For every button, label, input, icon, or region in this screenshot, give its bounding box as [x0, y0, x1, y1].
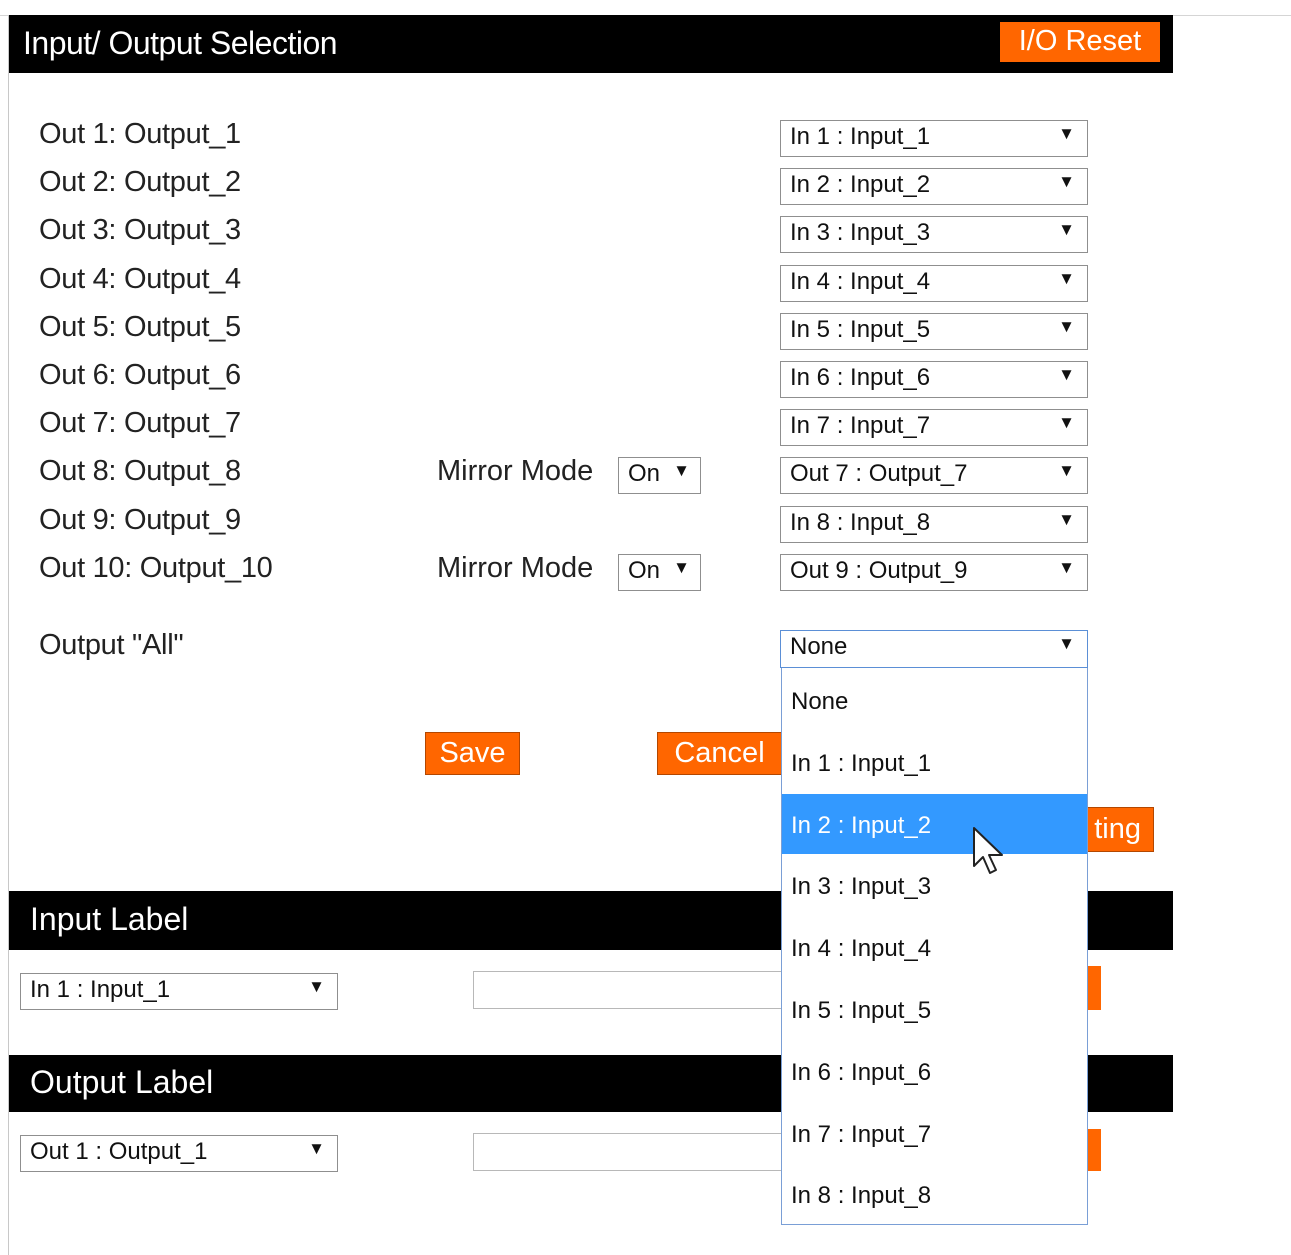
- input-source-value: In 5 : Input_5: [790, 316, 931, 343]
- dropdown-option-label: None: [791, 688, 849, 715]
- io-selection-title: Input/ Output Selection: [23, 25, 338, 61]
- output-label-field[interactable]: [473, 1133, 785, 1171]
- dropdown-option-label: In 5 : Input_5: [791, 997, 932, 1024]
- dropdown-option-label: In 2 : Input_2: [791, 811, 932, 839]
- input-source-value: In 2 : Input_2: [790, 171, 931, 198]
- input-source-select-6[interactable]: In 6 : Input_6 ▼: [780, 361, 1088, 398]
- input-source-select-8[interactable]: Out 7 : Output_7 ▼: [780, 457, 1088, 494]
- chevron-down-icon: ▼: [1058, 510, 1075, 529]
- chevron-down-icon: ▼: [1058, 634, 1075, 653]
- mirror-mode-value: On: [628, 460, 661, 487]
- dropdown-option-label: In 6 : Input_6: [791, 1058, 932, 1086]
- input-source-value: In 1 : Input_1: [790, 123, 931, 150]
- output-label-8: Out 8: Output_8: [39, 455, 241, 487]
- chevron-down-icon: ▼: [1058, 413, 1075, 432]
- input-source-value: Out 9 : Output_9: [790, 557, 968, 584]
- output-label-select[interactable]: Out 1 : Output_1 ▼: [20, 1135, 338, 1172]
- io-reset-button[interactable]: I/O Reset: [1000, 22, 1160, 62]
- input-source-select-10[interactable]: Out 9 : Output_9 ▼: [780, 554, 1088, 591]
- input-source-select-1[interactable]: In 1 : Input_1 ▼: [780, 120, 1088, 157]
- input-source-select-4[interactable]: In 4 : Input_4 ▼: [780, 265, 1088, 302]
- output-all-label: Output "All": [39, 629, 184, 661]
- cancel-button[interactable]: Cancel: [657, 732, 782, 775]
- chevron-down-icon: ▼: [1058, 124, 1075, 143]
- dropdown-option[interactable]: In 4 : Input_4: [782, 917, 1087, 977]
- dropdown-option[interactable]: In 3 : Input_3: [782, 855, 1087, 915]
- output-label-6: Out 6: Output_6: [39, 359, 241, 391]
- dropdown-option-label: In 1 : Input_1: [791, 749, 932, 777]
- io-selection-header: Input/ Output Selection: [9, 15, 1173, 73]
- input-source-value: Out 7 : Output_7: [790, 460, 968, 487]
- chevron-down-icon: ▼: [308, 1139, 325, 1158]
- dropdown-option-label: In 7 : Input_7: [791, 1120, 932, 1148]
- output-label-4: Out 4: Output_4: [39, 263, 241, 295]
- input-source-value: In 6 : Input_6: [790, 364, 931, 391]
- dropdown-option-label: In 4 : Input_4: [791, 935, 932, 963]
- input-label-field[interactable]: [473, 971, 785, 1009]
- dropdown-option[interactable]: In 6 : Input_6: [782, 1041, 1087, 1101]
- chevron-down-icon: ▼: [1058, 269, 1075, 288]
- chevron-down-icon: ▼: [1058, 172, 1075, 191]
- chevron-down-icon: ▼: [673, 461, 690, 480]
- mirror-mode-label: Mirror Mode: [437, 455, 594, 487]
- mouse-pointer-icon: [972, 826, 1006, 885]
- output-label-title: Output Label: [30, 1064, 214, 1100]
- dropdown-option-label: In 3 : Input_3: [791, 873, 932, 901]
- input-label-select[interactable]: In 1 : Input_1 ▼: [20, 973, 338, 1010]
- mirror-mode-select[interactable]: On ▼: [618, 457, 701, 494]
- output-label-select-value: Out 1 : Output_1: [30, 1138, 208, 1165]
- dropdown-option[interactable]: In 7 : Input_7: [782, 1103, 1087, 1163]
- output-label-9: Out 9: Output_9: [39, 504, 241, 536]
- dropdown-option[interactable]: In 8 : Input_8: [782, 1164, 1087, 1224]
- mirror-mode-label: Mirror Mode: [437, 552, 594, 584]
- output-label-5: Out 5: Output_5: [39, 311, 241, 343]
- chevron-down-icon: ▼: [673, 558, 690, 577]
- output-label-10: Out 10: Output_10: [39, 552, 273, 584]
- chevron-down-icon: ▼: [1058, 220, 1075, 239]
- output-label-2: Out 2: Output_2: [39, 166, 241, 198]
- input-label-title: Input Label: [30, 901, 189, 937]
- chevron-down-icon: ▼: [1058, 461, 1075, 480]
- input-source-value: In 4 : Input_4: [790, 268, 931, 295]
- output-all-dropdown-list: None In 1 : Input_1 In 2 : Input_2 In 3 : I…: [781, 668, 1088, 1225]
- save-button[interactable]: Save: [425, 732, 520, 775]
- chevron-down-icon: ▼: [308, 977, 325, 996]
- output-label-1: Out 1: Output_1: [39, 118, 241, 150]
- chevron-down-icon: ▼: [1058, 317, 1075, 336]
- output-label-3: Out 3: Output_3: [39, 214, 241, 246]
- dropdown-option[interactable]: In 5 : Input_5: [782, 979, 1087, 1039]
- input-source-select-5[interactable]: In 5 : Input_5 ▼: [780, 313, 1088, 350]
- input-source-select-9[interactable]: In 8 : Input_8 ▼: [780, 506, 1088, 543]
- input-source-select-7[interactable]: In 7 : Input_7 ▼: [780, 409, 1088, 446]
- dropdown-option[interactable]: In 1 : Input_1: [782, 732, 1087, 792]
- dropdown-option[interactable]: In 2 : Input_2: [782, 793, 1087, 854]
- mirror-mode-value: On: [628, 557, 661, 584]
- dropdown-option[interactable]: None: [782, 670, 1087, 730]
- mirror-mode-select[interactable]: On ▼: [618, 554, 701, 591]
- input-source-value: In 3 : Input_3: [790, 219, 931, 246]
- input-source-value: In 8 : Input_8: [790, 509, 931, 536]
- chevron-down-icon: ▼: [1058, 365, 1075, 384]
- output-all-select[interactable]: None ▼: [780, 630, 1088, 668]
- input-source-select-2[interactable]: In 2 : Input_2 ▼: [780, 168, 1088, 205]
- input-label-select-value: In 1 : Input_1: [30, 976, 171, 1003]
- output-label-7: Out 7: Output_7: [39, 407, 241, 439]
- input-source-value: In 7 : Input_7: [790, 412, 931, 439]
- output-all-value: None: [790, 633, 848, 660]
- dropdown-option-label: In 8 : Input_8: [791, 1182, 932, 1210]
- chevron-down-icon: ▼: [1058, 558, 1075, 577]
- input-source-select-3[interactable]: In 3 : Input_3 ▼: [780, 216, 1088, 253]
